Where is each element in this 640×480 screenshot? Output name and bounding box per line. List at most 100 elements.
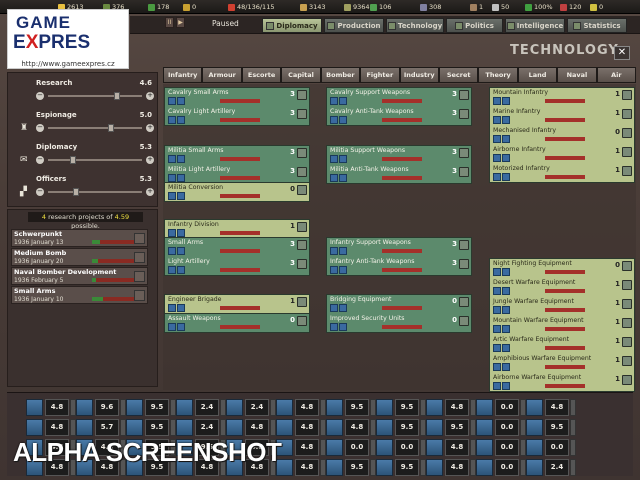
increase-icon[interactable]: + [146, 188, 154, 196]
tech-item[interactable]: Night Fighting Equipment 0 [490, 259, 634, 278]
decrease-icon[interactable]: − [36, 124, 44, 132]
tech-item[interactable]: Small Arms 3 [165, 238, 309, 257]
increase-icon[interactable]: + [146, 124, 154, 132]
close-button[interactable]: ✕ [614, 46, 630, 60]
play-button[interactable]: ▶ [176, 17, 185, 28]
tech-item[interactable]: Infantry Anti-Tank Weapons 3 [327, 257, 471, 276]
research-project[interactable]: Naval Bomber Development 1936 February 5 [11, 267, 148, 285]
research-button[interactable] [622, 356, 632, 366]
tech-item[interactable]: Infantry Support Weapons 3 [327, 238, 471, 257]
tab-naval[interactable]: Naval [557, 67, 597, 83]
tab-theory[interactable]: Theory [478, 67, 518, 83]
tab-air[interactable]: Air [596, 67, 637, 83]
research-button[interactable] [297, 90, 307, 100]
slider-research[interactable]: − + [36, 92, 154, 100]
research-button[interactable] [297, 297, 307, 307]
research-button[interactable] [297, 259, 307, 269]
research-button[interactable] [297, 316, 307, 326]
tab-infantry[interactable]: Infantry [163, 67, 203, 83]
tech-item[interactable]: Cavalry Support Weapons 3 [327, 88, 471, 107]
research-button[interactable] [622, 90, 632, 100]
tech-item[interactable]: Improved Security Units 0 [327, 314, 471, 333]
research-button[interactable] [622, 109, 632, 119]
tab-diplomacy[interactable]: Diplomacy [262, 18, 322, 33]
tech-item[interactable]: Bridging Equipment 0 [327, 295, 471, 314]
cancel-project-button[interactable] [134, 233, 145, 244]
tab-capital[interactable]: Capital [281, 67, 321, 83]
tech-item[interactable]: Amphibious Warfare Equipment 1 [490, 354, 634, 373]
slider-knob[interactable] [72, 188, 79, 196]
tech-item[interactable]: Militia Conversion 0 [165, 183, 309, 202]
slider-officers[interactable]: − + [36, 188, 154, 196]
tech-item[interactable]: Militia Support Weapons 3 [327, 146, 471, 165]
slider-knob[interactable] [70, 156, 76, 164]
research-button[interactable] [297, 240, 307, 250]
tab-secret[interactable]: Secret [438, 67, 479, 83]
research-button[interactable] [622, 166, 632, 176]
decrease-icon[interactable]: − [36, 188, 44, 196]
increase-icon[interactable]: + [146, 156, 154, 164]
tech-item[interactable]: Motorized Infantry 1 [490, 164, 634, 183]
research-button[interactable] [459, 90, 469, 100]
tab-land[interactable]: Land [517, 67, 558, 83]
research-button[interactable] [622, 128, 632, 138]
research-project[interactable]: Small Arms 1936 January 10 [11, 286, 148, 304]
research-button[interactable] [459, 167, 469, 177]
slider-diplomacy[interactable]: − + [36, 156, 154, 164]
research-button[interactable] [459, 148, 469, 158]
cancel-project-button[interactable] [134, 252, 145, 263]
tech-item[interactable]: Cavalry Anti-Tank Weapons 3 [327, 107, 471, 126]
tech-item[interactable]: Light Artillery 3 [165, 257, 309, 276]
cancel-project-button[interactable] [134, 290, 145, 301]
tech-item[interactable]: Mountain Infantry 1 [490, 88, 634, 107]
tab-fighter[interactable]: Fighter [360, 67, 400, 83]
research-project[interactable]: Schwerpunkt 1936 January 13 [11, 229, 148, 247]
tab-bomber[interactable]: Bomber [320, 67, 361, 83]
tech-item[interactable]: Airborne Infantry 1 [490, 145, 634, 164]
tab-intelligence[interactable]: Intelligence [505, 18, 565, 33]
tech-item[interactable]: Mechanised Infantry 0 [490, 126, 634, 145]
tech-item[interactable]: Assault Weapons 0 [165, 314, 309, 333]
research-button[interactable] [459, 316, 469, 326]
tech-item[interactable]: Airborne Warfare Equipment 1 [490, 373, 634, 392]
tab-escorte[interactable]: Escorte [241, 67, 282, 83]
slider-espionage[interactable]: − + [36, 124, 154, 132]
increase-icon[interactable]: + [146, 92, 154, 100]
research-button[interactable] [622, 375, 632, 385]
research-button[interactable] [297, 185, 307, 195]
cancel-project-button[interactable] [134, 271, 145, 282]
research-button[interactable] [622, 299, 632, 309]
research-button[interactable] [622, 280, 632, 290]
slider-knob[interactable] [114, 92, 120, 100]
tech-item[interactable]: Artic Warfare Equipment 1 [490, 335, 634, 354]
pause-button[interactable]: II [165, 17, 174, 28]
research-button[interactable] [459, 240, 469, 250]
decrease-icon[interactable]: − [36, 156, 44, 164]
research-button[interactable] [622, 147, 632, 157]
tech-item[interactable]: Marine Infantry 1 [490, 107, 634, 126]
tech-item[interactable]: Militia Small Arms 3 [165, 146, 309, 165]
tab-industry[interactable]: Industry [399, 67, 439, 83]
research-button[interactable] [297, 109, 307, 119]
tech-item[interactable]: Cavalry Light Artillery 3 [165, 107, 309, 126]
tab-statistics[interactable]: Statistics [567, 18, 627, 33]
tab-technology[interactable]: Technology [386, 18, 444, 33]
tab-politics[interactable]: Politics [446, 18, 503, 33]
tech-item[interactable]: Militia Anti-Tank Weapons 3 [327, 165, 471, 184]
research-project[interactable]: Medium Bomb 1936 January 20 [11, 248, 148, 266]
research-button[interactable] [622, 261, 632, 271]
research-button[interactable] [297, 167, 307, 177]
decrease-icon[interactable]: − [36, 92, 44, 100]
tab-armour[interactable]: Armour [202, 67, 242, 83]
research-button[interactable] [622, 318, 632, 328]
tech-item[interactable]: Jungle Warfare Equipment 1 [490, 297, 634, 316]
research-button[interactable] [459, 109, 469, 119]
tech-item[interactable]: Cavalry Small Arms 3 [165, 88, 309, 107]
tech-item[interactable]: Engineer Brigade 1 [165, 295, 309, 314]
research-button[interactable] [297, 222, 307, 232]
research-button[interactable] [622, 337, 632, 347]
tech-item[interactable]: Desert Warfare Equipment 1 [490, 278, 634, 297]
slider-knob[interactable] [107, 124, 114, 132]
research-button[interactable] [459, 259, 469, 269]
tech-item[interactable]: Mountain Warfare Equipment 1 [490, 316, 634, 335]
